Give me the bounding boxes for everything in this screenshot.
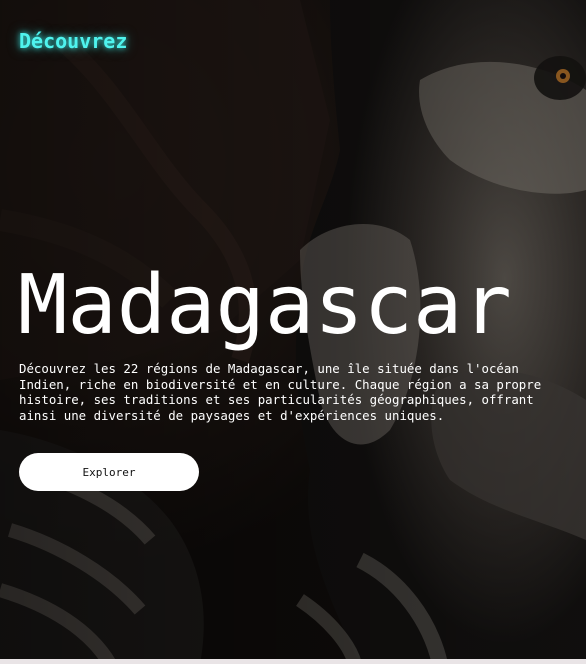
explore-button[interactable]: Explorer (19, 453, 199, 491)
page-bottom-edge (0, 659, 586, 664)
hero-description: Découvrez les 22 régions de Madagascar, … (19, 361, 542, 423)
hero-section: Découvrez Madagascar Découvrez les 22 ré… (0, 0, 586, 664)
brand-logo-text[interactable]: Découvrez (19, 27, 127, 55)
page-title: Madagascar (18, 258, 512, 353)
